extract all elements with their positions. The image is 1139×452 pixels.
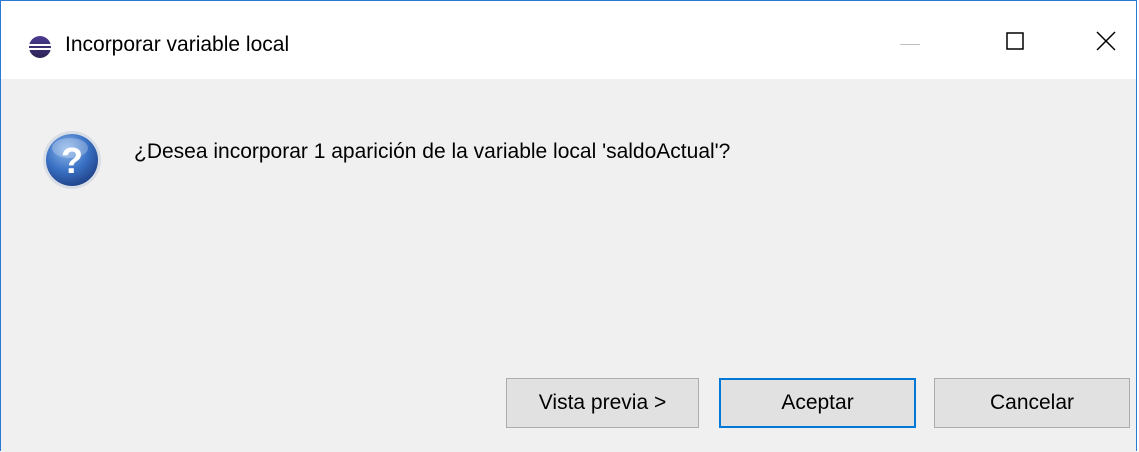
close-button[interactable] <box>1077 13 1135 73</box>
preview-button[interactable]: Vista previa > <box>506 378 699 428</box>
question-icon: ? <box>40 128 104 192</box>
minimize-icon <box>900 34 920 52</box>
maximize-button[interactable] <box>986 13 1044 73</box>
maximize-icon <box>1006 31 1024 55</box>
svg-text:?: ? <box>61 140 83 181</box>
eclipse-icon <box>28 35 52 59</box>
dialog-message: ¿Desea incorporar 1 aparición de la vari… <box>134 140 731 163</box>
dialog-window: Incorporar variable local ? ¿Desea incor… <box>0 0 1137 452</box>
cancel-button[interactable]: Cancelar <box>934 378 1130 428</box>
close-icon <box>1096 30 1116 56</box>
dialog-body: ? ¿Desea incorporar 1 aparición de la va… <box>1 79 1136 452</box>
title-bar[interactable]: Incorporar variable local <box>1 1 1136 79</box>
minimize-button[interactable] <box>881 13 939 73</box>
window-title: Incorporar variable local <box>65 33 290 56</box>
ok-button[interactable]: Aceptar <box>719 378 916 428</box>
